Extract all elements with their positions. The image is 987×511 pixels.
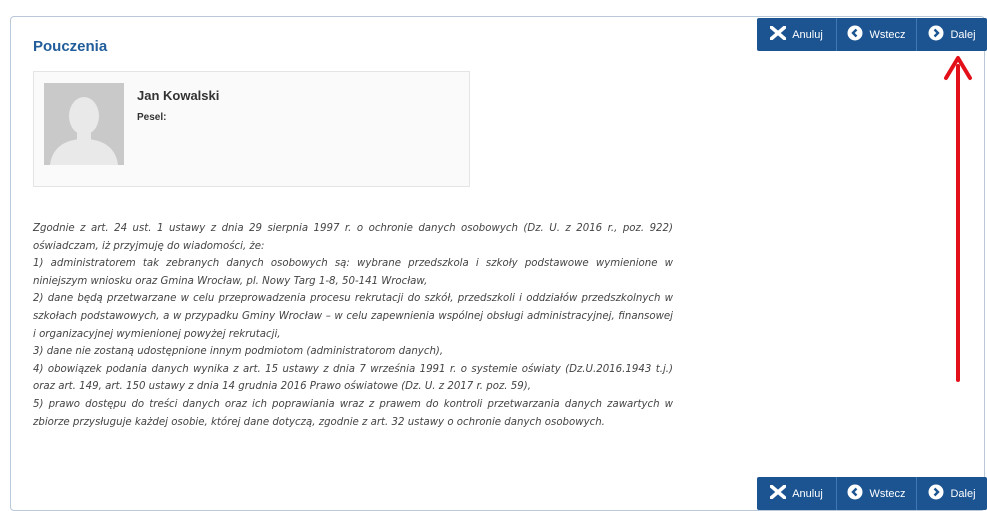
person-name: Jan Kowalski (137, 88, 220, 103)
content-panel: Pouczenia Jan Kowalski Pesel: Zgodnie z … (10, 16, 985, 511)
notice-paragraph: 5) prawo dostępu do treści danych oraz i… (33, 398, 673, 428)
back-label: Wstecz (869, 28, 906, 41)
notice-paragraph: Zgodnie z art. 24 ust. 1 ustawy z dnia 2… (33, 223, 673, 252)
back-button[interactable]: Wstecz (837, 18, 917, 51)
circle-chevron-left-icon (847, 484, 863, 503)
notice-paragraph: 1) administratorem tak zebranych danych … (33, 258, 673, 287)
back-label: Wstecz (869, 487, 906, 500)
notice-text: Zgodnie z art. 24 ust. 1 ustawy z dnia 2… (33, 220, 673, 431)
circle-chevron-right-icon (928, 25, 944, 44)
circle-chevron-right-icon (928, 484, 944, 503)
circle-chevron-left-icon (847, 25, 863, 44)
back-button[interactable]: Wstecz (837, 477, 917, 510)
x-icon (768, 24, 788, 43)
cancel-label: Anuluj (792, 487, 823, 500)
annotation-arrow-icon (944, 56, 972, 382)
cancel-button[interactable]: Anuluj (757, 477, 837, 510)
next-button[interactable]: Dalej (917, 18, 987, 51)
person-card: Jan Kowalski Pesel: (33, 71, 470, 187)
page-title: Pouczenia (33, 38, 108, 55)
next-label: Dalej (950, 28, 976, 41)
x-icon (768, 483, 788, 502)
top-action-bar: Anuluj Wstecz Dalej (757, 18, 987, 51)
notice-paragraph: 4) obowiązek podania danych wynika z art… (33, 363, 673, 393)
pesel-label: Pesel: (137, 112, 167, 123)
page: Pouczenia Jan Kowalski Pesel: Zgodnie z … (0, 0, 987, 511)
next-button[interactable]: Dalej (917, 477, 987, 510)
cancel-button[interactable]: Anuluj (757, 18, 837, 51)
bottom-action-bar: Anuluj Wstecz Dalej (757, 477, 987, 510)
cancel-label: Anuluj (792, 28, 823, 41)
person-silhouette-icon (44, 83, 124, 165)
notice-paragraph: 2) dane będą przetwarzane w celu przepro… (33, 293, 673, 340)
avatar (44, 83, 124, 165)
next-label: Dalej (950, 487, 976, 500)
notice-paragraph: 3) dane nie zostaną udostępnione innym p… (33, 346, 444, 358)
